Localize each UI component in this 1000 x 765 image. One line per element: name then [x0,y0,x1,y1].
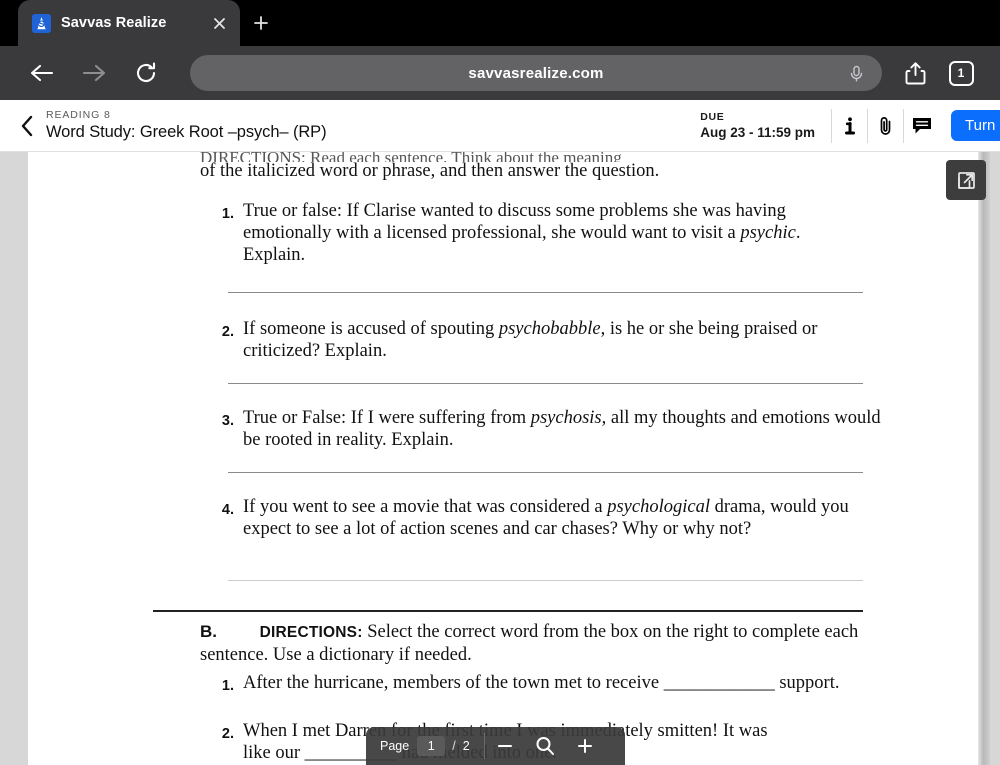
browser-tab-savvas-realize[interactable]: S Savvas Realize [18,0,240,46]
answer-rule-2 [228,383,863,384]
vertical-scrollbar[interactable] [978,152,990,765]
chevron-left-icon[interactable] [0,100,46,152]
question-text: If someone is accused of spouting psycho… [243,319,818,361]
viewer-right-margin [990,152,1000,765]
page-title: Word Study: Greek Root –psych– (RP) [46,123,327,141]
answer-rule-3 [228,472,863,473]
savvas-favicon: S [32,13,51,33]
italic-term: psychobabble [498,319,601,339]
question-a-1: 1. True or false: If Clarise wanted to d… [218,200,858,266]
assignment-header: READING 8 Word Study: Greek Root –psych–… [0,100,1000,152]
address-bar[interactable]: savvasrealize.com [190,55,882,91]
page-separator: / [452,739,456,753]
tab-count-button[interactable]: 1 [938,51,984,95]
paperclip-icon[interactable] [867,108,903,143]
question-number: 1. [221,206,234,222]
reload-icon[interactable] [120,53,172,93]
italic-term: psychic [740,223,796,243]
due-label: DUE [700,111,725,123]
question-number: 1. [221,678,234,694]
header-actions: DUE Aug 23 - 11:59 pm Turn In [700,100,1000,152]
magnifier-icon[interactable] [525,727,565,765]
worksheet-content: DIRECTIONS: Read each sentence. Think ab… [28,152,978,765]
section-b-directions: B. DIRECTIONS: Select the correct word f… [200,620,880,667]
tab-title: Savvas Realize [61,15,167,31]
page-navigation-toolbar: Page 1 / 2 [366,727,625,765]
worksheet-page: DIRECTIONS: Read each sentence. Think ab… [28,152,978,765]
svg-text:S: S [38,19,44,29]
new-tab-button[interactable] [244,0,278,46]
browser-toolbar: savvasrealize.com 1 [0,46,1000,100]
italic-term: psychosis [530,408,602,428]
total-pages: 2 [462,739,470,753]
share-icon[interactable] [892,51,938,95]
question-number: 4. [221,502,234,518]
question-text: After the hurricane, members of the town… [243,673,840,693]
close-icon[interactable] [208,12,230,34]
question-text: True or false: If Clarise wanted to disc… [243,201,801,265]
question-a-4: 4. If you went to see a movie that was c… [218,496,878,540]
question-number: 2. [221,726,234,742]
zoom-in-icon[interactable] [565,727,605,765]
comment-icon[interactable] [903,108,939,143]
header-titles: READING 8 Word Study: Greek Root –psych–… [46,109,327,142]
microphone-icon[interactable] [847,64,866,83]
italic-term: psychological [607,497,710,517]
page-label: Page [380,739,410,753]
section-b-letter: B. [200,622,217,641]
question-number: 3. [221,413,234,429]
section-divider [153,610,863,612]
question-b-1: 1. After the hurricane, members of the t… [218,672,858,697]
question-text: If you went to see a movie that was cons… [243,497,849,539]
turn-in-button[interactable]: Turn In [951,110,1000,141]
due-value: Aug 23 - 11:59 pm [700,125,816,140]
question-a-2: 2. If someone is accused of spouting psy… [218,318,878,362]
due-block: DUE Aug 23 - 11:59 pm [700,111,831,140]
page-number-input[interactable]: 1 [417,736,446,756]
zoom-out-icon[interactable] [485,727,525,765]
assignment-eyebrow: READING 8 [46,109,111,121]
question-text: True or False: If I were suffering from … [243,408,881,450]
tab-strip: S Savvas Realize [0,0,1000,46]
open-in-new-icon[interactable] [946,160,986,200]
answer-blank[interactable]: ____________ [664,673,775,693]
url-text: savvasrealize.com [468,64,604,82]
question-number: 2. [221,324,234,340]
forward-arrow-icon[interactable] [68,53,120,93]
tab-count-badge: 1 [948,60,974,86]
worksheet-intro-line: of the italicized word or phrase, and th… [200,161,660,181]
question-a-3: 3. True or False: If I were suffering fr… [218,407,888,451]
browser-chrome: S Savvas Realize savvasrealize.com 1 [0,0,1000,100]
back-arrow-icon[interactable] [16,53,68,93]
answer-rule-1 [228,292,863,293]
answer-rule-4 [228,580,863,581]
document-viewer: DIRECTIONS: Read each sentence. Think ab… [0,152,1000,765]
directions-label: DIRECTIONS: [259,624,363,641]
info-icon[interactable] [831,108,867,143]
